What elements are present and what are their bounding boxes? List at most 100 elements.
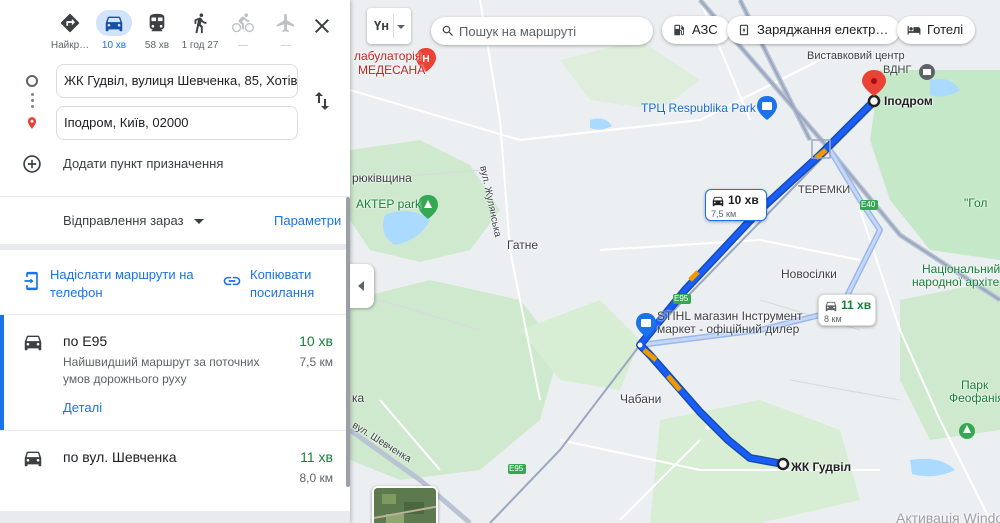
panel-scrollbar[interactable]: [346, 197, 350, 487]
route-distance: 8,0 км: [299, 471, 333, 485]
connector-dots-icon: [31, 93, 34, 111]
satellite-layer-icon: [374, 488, 436, 523]
map-label-respublika: ТРЦ Respublika Park: [641, 101, 756, 115]
route-details-link[interactable]: Деталі: [63, 400, 102, 415]
walk-icon: [194, 13, 207, 33]
chevron-left-icon: [358, 281, 364, 291]
add-destination-button[interactable]: Додати пункт призначення: [22, 152, 252, 176]
airplane-icon: [276, 13, 295, 32]
map-label-e40: E40: [861, 200, 876, 209]
chip-ev-charging[interactable]: Заряджання електр…: [727, 16, 901, 44]
route-duration: 11 хв: [300, 449, 333, 465]
map-label-stihl-1: STIHL магазин Інструмент: [657, 309, 803, 323]
keyboard-language-icon: Үн: [374, 18, 390, 33]
bubble-distance: 7,5 км: [711, 209, 737, 219]
origin-circle-icon: [26, 75, 38, 87]
chip-label: Готелі: [927, 22, 964, 37]
map-label-park-2: народної архіте: [912, 275, 1000, 289]
mode-label: 58 хв: [144, 40, 170, 51]
add-destination-label: Додати пункт призначення: [63, 156, 224, 171]
destination-pin-icon: [27, 117, 37, 129]
route-search-box[interactable]: [431, 17, 653, 45]
diamond-turn-icon: [60, 13, 80, 32]
bubble-distance: 8 км: [824, 314, 842, 324]
mode-label: —: [281, 40, 291, 51]
copy-link-label: Копіювати посилання: [250, 267, 315, 300]
divider: [393, 14, 394, 38]
car-icon: [825, 301, 837, 312]
map-label-vdng: ВДНГ: [883, 64, 912, 76]
map-label-ipodrom: Іподром: [884, 94, 933, 108]
add-circle-icon: [23, 155, 41, 173]
museum-marker-icon: [919, 64, 935, 80]
link-icon: [223, 276, 241, 286]
directions-panel: Найкр… 10 хв 58 хв 1 год 27 — — ЖК Гудві…: [0, 0, 350, 523]
map-label-e95: E95: [674, 294, 689, 303]
map-label-akter: АКТЕР park: [356, 197, 422, 211]
collapse-panel-button[interactable]: [350, 264, 374, 308]
map-label-ukivshchyna: рюківщина: [352, 171, 412, 185]
chevron-down-icon: [397, 25, 405, 29]
map-label-ambulance: лабулаторія: [354, 49, 422, 63]
route-name: по E95: [63, 333, 108, 349]
origin-input[interactable]: ЖК Гудвіл, вулиця Шевченка, 85, Хотів,: [56, 64, 298, 98]
hotel-bed-icon: [907, 25, 921, 35]
chevron-down-icon: [193, 219, 204, 225]
mode-car[interactable]: 10 хв: [92, 10, 136, 56]
route-name: по вул. Шевченка: [63, 449, 177, 465]
close-icon: [315, 19, 329, 33]
mode-flight[interactable]: —: [264, 10, 308, 56]
bubble-time: 10 хв: [728, 193, 759, 207]
swap-endpoints-button[interactable]: [310, 88, 334, 114]
route-bubble-primary[interactable]: 10 хв 7,5 км: [705, 189, 767, 221]
car-icon: [24, 335, 42, 351]
mode-best[interactable]: Найкр…: [48, 10, 92, 56]
route-search-input[interactable]: [459, 21, 644, 41]
layers-thumbnail[interactable]: [372, 486, 438, 523]
swap-vertical-icon: [315, 92, 329, 110]
map-label-goodwill: ЖК Гудвіл: [791, 460, 852, 474]
mode-walk[interactable]: 1 год 27: [178, 10, 222, 56]
map-label-gol: "Гол: [964, 196, 988, 210]
route-description: Найшвидший маршрут за поточних умов доро…: [63, 355, 260, 386]
mode-label: Найкр…: [50, 40, 90, 51]
mode-label: 10 хв: [101, 40, 127, 51]
map-label-e95: E95: [509, 464, 524, 473]
departure-time-dropdown[interactable]: Відправлення зараз: [63, 213, 204, 228]
send-to-phone-label: Надіслати маршрути на телефон: [50, 267, 194, 300]
car-icon: [712, 196, 724, 207]
departure-label: Відправлення зараз: [63, 213, 184, 228]
map-label-gatne: Гатне: [507, 238, 539, 252]
map-label-chabany: Чабани: [620, 392, 662, 406]
chip-label: АЗС: [692, 22, 718, 37]
bicycle-icon: [232, 13, 254, 32]
map-label-feofaniya-1: Парк: [961, 378, 989, 392]
close-directions-button[interactable]: [310, 14, 334, 38]
mode-transit[interactable]: 58 хв: [135, 10, 179, 56]
separator: [0, 511, 350, 523]
route-distance: 7,5 км: [299, 355, 333, 369]
map-label-feofaniya-2: Феофанія: [949, 391, 1000, 405]
map-label-stihl-2: маркет - офіційний дилер: [657, 322, 800, 336]
input-tools-button[interactable]: Үн: [367, 8, 411, 44]
route-option-e95[interactable]: по E95 10 хв Найшвидший маршрут за поточ…: [0, 315, 350, 430]
train-icon: [149, 13, 165, 32]
car-icon: [105, 16, 123, 32]
map-label-novosilky: Новосілки: [781, 267, 837, 281]
mode-label: —: [238, 40, 248, 51]
separator: [0, 244, 350, 250]
map-label-park-1: Національний: [922, 262, 1000, 276]
route-option-shevchenka[interactable]: по вул. Шевченка 11 хв 8,0 км: [0, 431, 350, 511]
mode-label: 1 год 27: [181, 40, 219, 51]
travel-mode-bar: Найкр… 10 хв 58 хв 1 год 27 — —: [0, 0, 350, 60]
chip-hotels[interactable]: Готелі: [897, 16, 976, 44]
route-options-button[interactable]: Параметри: [274, 213, 341, 228]
separator: [0, 196, 350, 197]
park-marker-icon: [959, 423, 975, 439]
route-bubble-alternative[interactable]: 11 хв 8 км: [818, 294, 876, 326]
search-icon: [442, 25, 453, 36]
mode-bike[interactable]: —: [221, 10, 265, 56]
destination-input[interactable]: Іподром, Київ, 02000: [56, 106, 298, 140]
car-icon: [24, 451, 42, 467]
chip-gas-stations[interactable]: АЗС: [662, 16, 730, 44]
